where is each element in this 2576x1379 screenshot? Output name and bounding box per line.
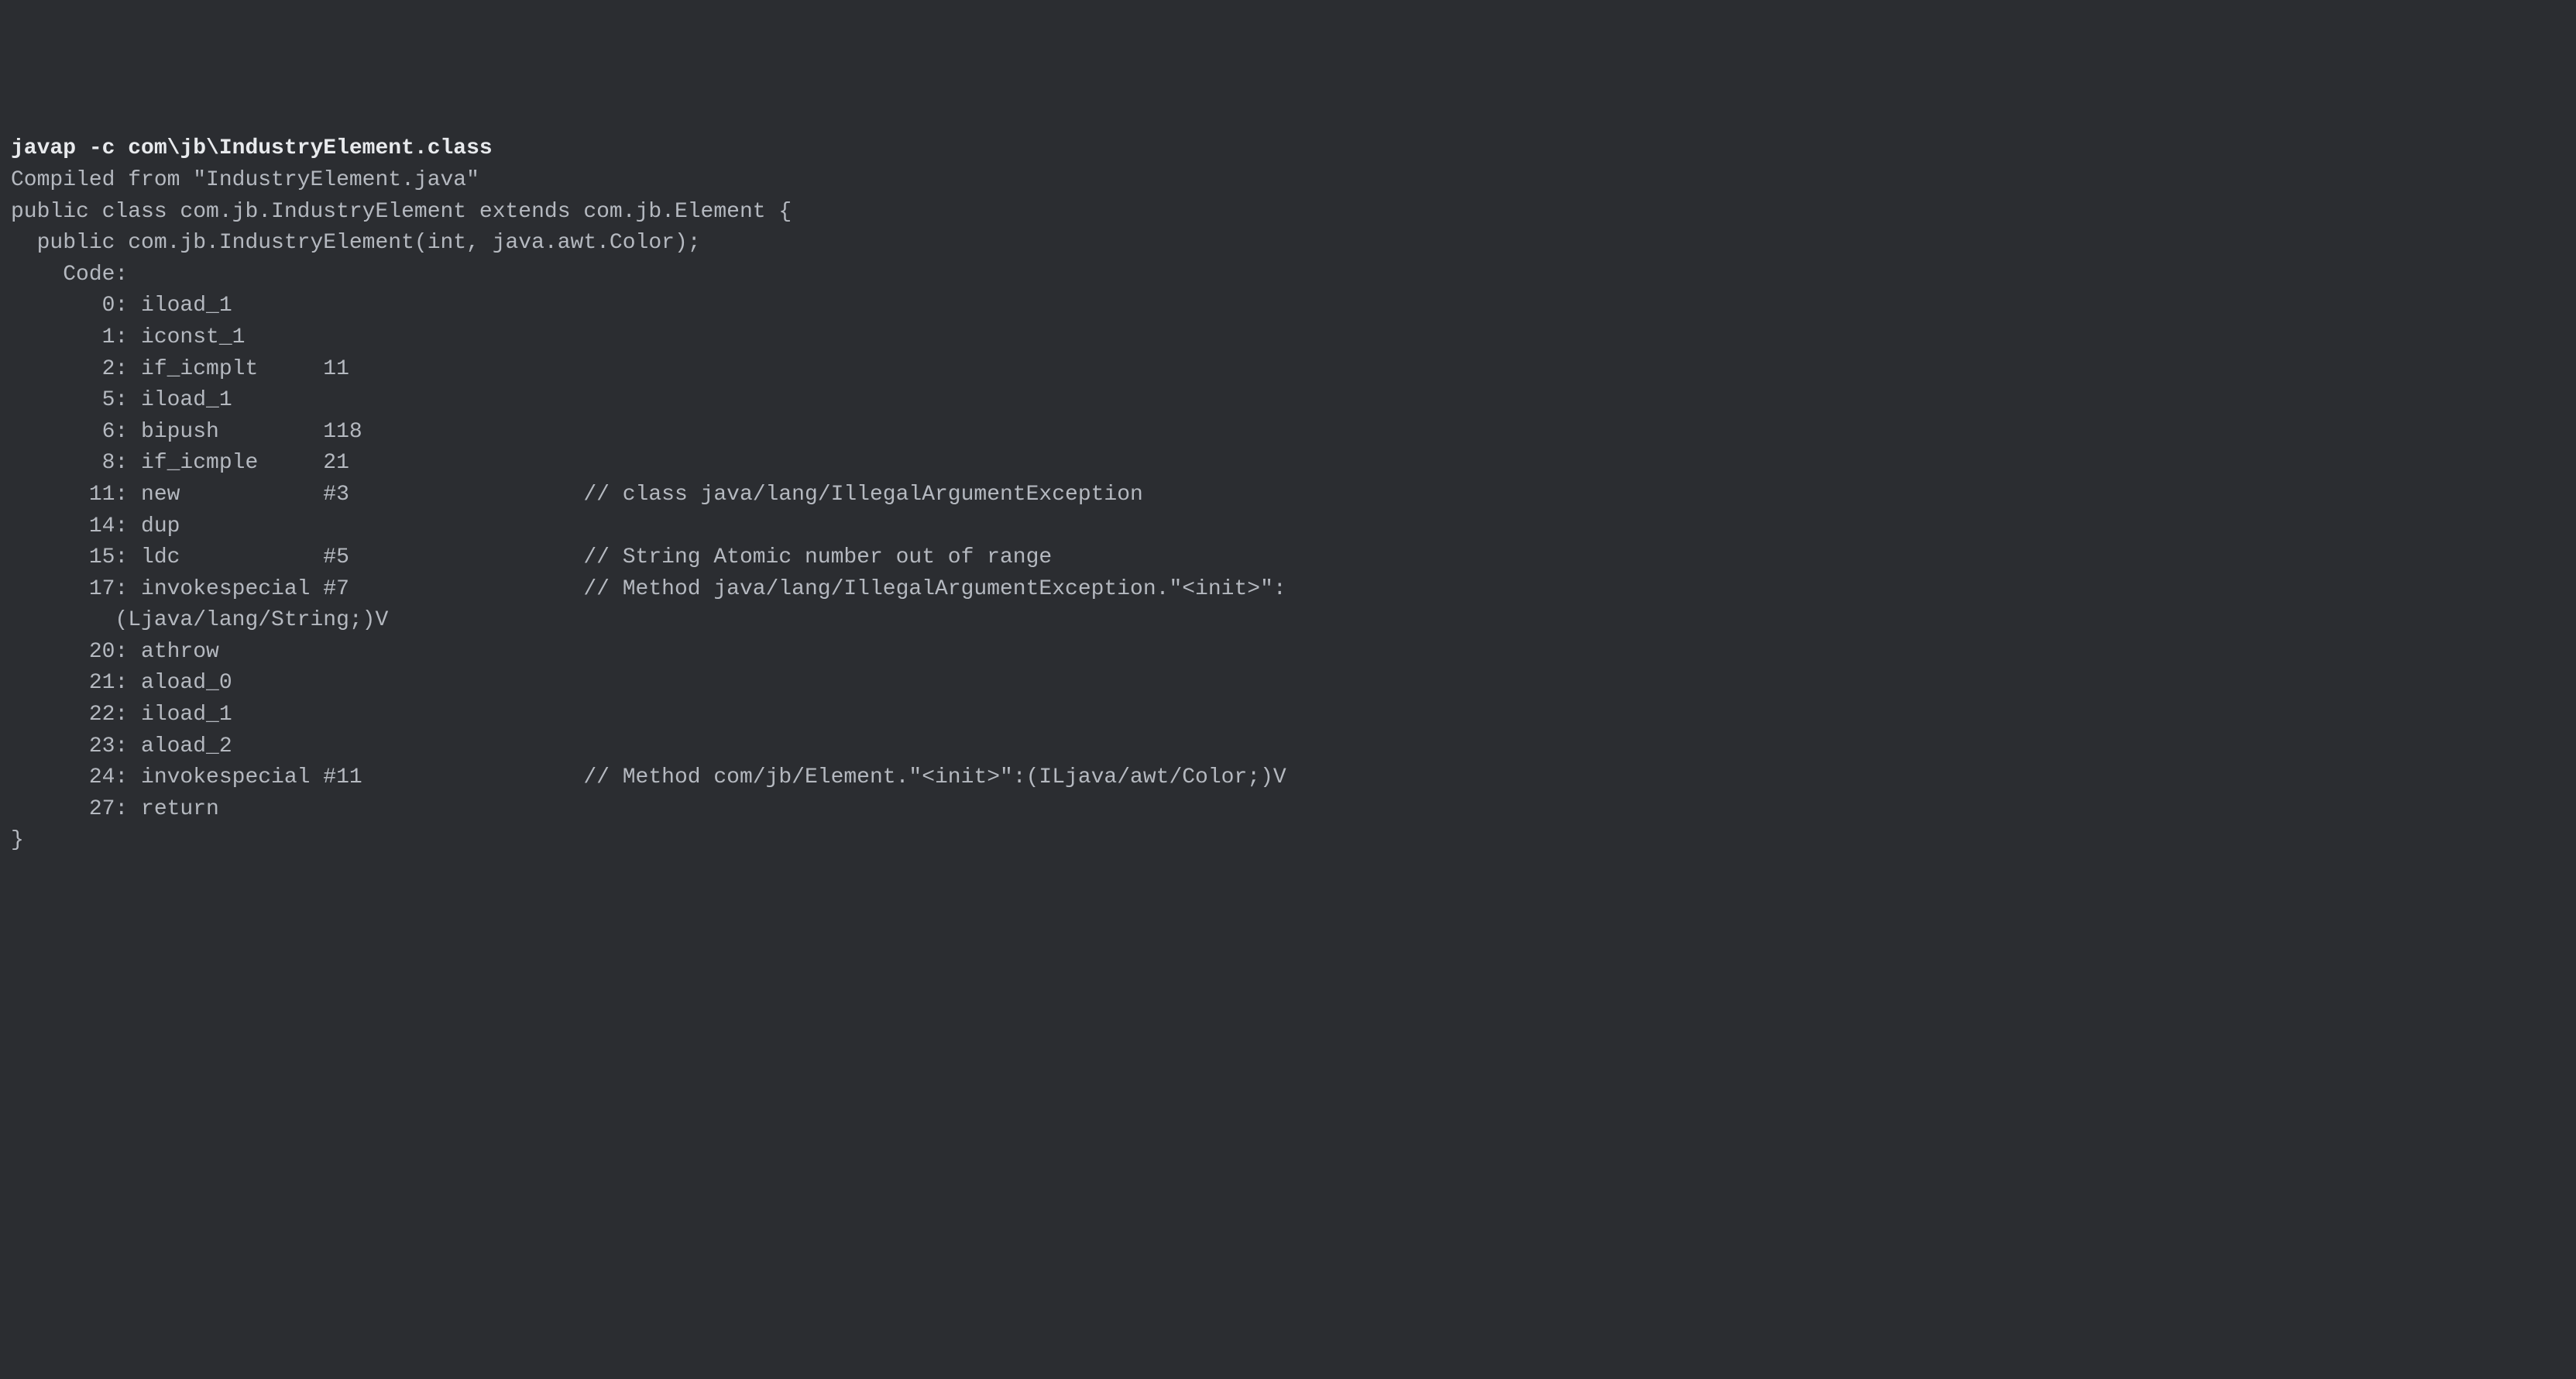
terminal-output: javap -c com\jb\IndustryElement.class Co… [11,133,2565,857]
command-line: javap -c com\jb\IndustryElement.class [11,136,493,160]
javap-output: Compiled from "IndustryElement.java" pub… [11,168,1286,852]
